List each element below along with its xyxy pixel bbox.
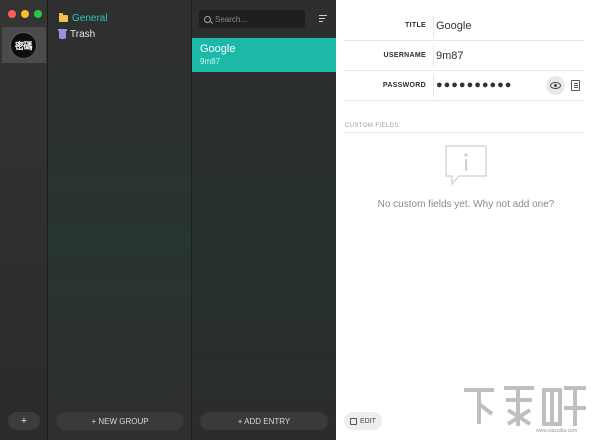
archive-logo: 密碼 (10, 32, 37, 59)
edit-label: EDIT (360, 417, 376, 425)
password-row: PASSWORD ●●●●●●●●●● (344, 72, 584, 101)
folder-icon (59, 13, 68, 22)
username-row: USERNAME 9m87 (344, 42, 584, 71)
title-value[interactable]: Google (436, 20, 471, 32)
search-input[interactable] (215, 14, 305, 24)
entry-title: Google (200, 43, 236, 55)
entry-username: 9m87 (200, 57, 221, 66)
password-label: PASSWORD (382, 82, 426, 89)
username-value[interactable]: 9m87 (436, 50, 464, 62)
copy-icon[interactable] (571, 80, 580, 91)
archive-sidebar: 密碼 + (0, 0, 48, 440)
window-controls (8, 10, 42, 18)
eye-icon (550, 82, 561, 89)
custom-fields-label: CUSTOM FIELDS: (345, 123, 401, 129)
reveal-password-button[interactable] (546, 76, 565, 95)
field-divider (433, 75, 434, 97)
custom-fields-divider (344, 132, 584, 133)
title-label: TITLE (405, 22, 426, 29)
app-window: 密碼 + General Trash + NEW GROUP Google 9m… (0, 0, 596, 440)
edit-icon (350, 417, 358, 425)
new-group-button[interactable]: + NEW GROUP (56, 412, 184, 430)
close-window-button[interactable] (8, 10, 16, 18)
trash-icon (58, 28, 67, 39)
add-archive-button[interactable]: + (8, 412, 40, 430)
empty-custom-fields-message: No custom fields yet. Why not add one? (377, 199, 555, 210)
add-entry-button[interactable]: + ADD ENTRY (200, 412, 328, 430)
maximize-window-button[interactable] (34, 10, 42, 18)
entry-item-google[interactable]: Google 9m87 (192, 38, 336, 72)
entries-list: Google 9m87 + ADD ENTRY (192, 0, 336, 440)
group-label: General (72, 13, 108, 24)
search-icon (204, 15, 211, 23)
watermark-url: www.xiazaiba.com (536, 428, 578, 434)
password-value[interactable]: ●●●●●●●●●● (436, 79, 512, 91)
search-box[interactable] (199, 10, 305, 28)
group-item-general[interactable]: General (59, 13, 108, 24)
title-row: TITLE Google (344, 12, 584, 41)
entry-detail-panel: TITLE Google USERNAME 9m87 PASSWORD ●●●●… (336, 0, 596, 440)
groups-sidebar: General Trash + NEW GROUP (48, 0, 192, 440)
username-label: USERNAME (383, 52, 426, 59)
archive-item[interactable]: 密碼 (2, 27, 46, 63)
minimize-window-button[interactable] (21, 10, 29, 18)
field-divider (433, 15, 434, 37)
group-item-trash[interactable]: Trash (58, 28, 96, 40)
sort-icon[interactable] (319, 15, 327, 23)
field-divider (433, 45, 434, 67)
group-label: Trash (70, 29, 96, 40)
info-icon (445, 145, 487, 186)
edit-button[interactable]: EDIT (344, 412, 382, 430)
